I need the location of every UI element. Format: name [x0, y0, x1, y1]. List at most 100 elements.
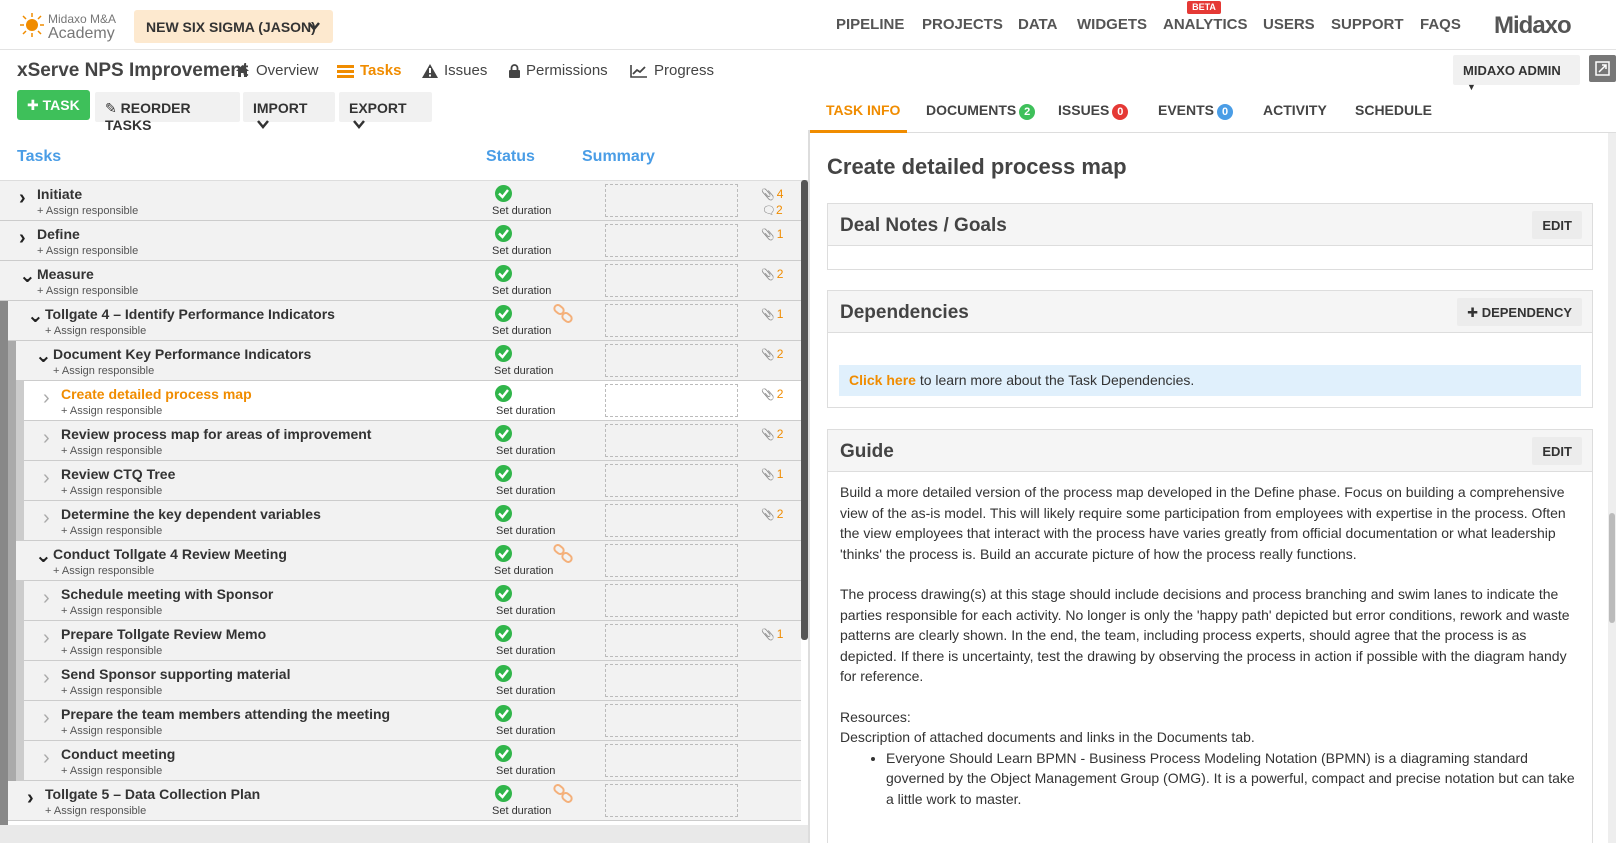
tasks-column-header[interactable]: Tasks	[17, 148, 61, 166]
summary-cell[interactable]	[605, 504, 738, 537]
set-duration-link[interactable]: Set duration	[494, 565, 553, 577]
status-check-icon[interactable]	[495, 265, 512, 282]
assign-responsible-link[interactable]: + Assign responsible	[53, 565, 154, 577]
task-row[interactable]: ⌄ Document Key Performance Indicators + As…	[16, 341, 801, 381]
status-check-icon[interactable]	[495, 425, 512, 442]
set-duration-link[interactable]: Set duration	[492, 805, 551, 817]
nav-widgets[interactable]: WIDGETS	[1077, 16, 1147, 33]
attachments-count[interactable]: 📎 2	[761, 267, 783, 281]
chevron-right-icon[interactable]: ›	[19, 227, 26, 250]
set-duration-link[interactable]: Set duration	[492, 205, 551, 217]
task-name[interactable]: Tollgate 5 – Data Collection Plan	[45, 786, 260, 802]
detail-tab-schedule[interactable]: SCHEDULE	[1355, 102, 1432, 118]
add-task-button[interactable]: ✚ TASK	[17, 90, 90, 120]
assign-responsible-link[interactable]: + Assign responsible	[61, 605, 162, 617]
task-name[interactable]: Conduct Tollgate 4 Review Meeting	[53, 546, 287, 562]
summary-cell[interactable]	[605, 184, 738, 217]
task-name[interactable]: Determine the key dependent variables	[61, 506, 321, 522]
task-name[interactable]: Measure	[37, 266, 94, 282]
chevron-down-icon[interactable]: ⌄	[19, 263, 36, 288]
comments-count[interactable]: 🗨2	[762, 203, 783, 217]
task-name[interactable]: Schedule meeting with Sponsor	[61, 586, 273, 602]
summary-cell[interactable]	[605, 224, 738, 257]
expand-view-button[interactable]	[1589, 55, 1616, 82]
attachments-count[interactable]: 📎 2	[761, 507, 783, 521]
nav-projects[interactable]: PROJECTS	[922, 16, 1003, 33]
task-row[interactable]: › Review CTQ Tree + Assign responsible Set …	[24, 461, 801, 501]
task-row[interactable]: › Determine the key dependent variables + …	[24, 501, 801, 541]
task-row[interactable]: › Prepare Tollgate Review Memo + Assign re…	[24, 621, 801, 661]
task-name[interactable]: Conduct meeting	[61, 746, 175, 762]
task-row[interactable]: ⌄ Tollgate 4 – Identify Performance Indic…	[8, 301, 801, 341]
set-duration-link[interactable]: Set duration	[496, 605, 555, 617]
guide-edit-button[interactable]: EDIT	[1532, 437, 1582, 465]
summary-cell[interactable]	[605, 544, 738, 577]
chevron-right-icon[interactable]: ›	[19, 187, 26, 210]
summary-cell[interactable]	[605, 624, 738, 657]
detail-tab-issues[interactable]: ISSUES 0	[1058, 102, 1129, 120]
assign-responsible-link[interactable]: + Assign responsible	[61, 685, 162, 697]
status-check-icon[interactable]	[495, 785, 512, 802]
task-row[interactable]: › Review process map for areas of improve…	[24, 421, 801, 461]
nav-users[interactable]: USERS	[1263, 16, 1315, 33]
nav-support[interactable]: SUPPORT	[1331, 16, 1404, 33]
status-check-icon[interactable]	[495, 345, 512, 362]
chevron-down-icon[interactable]: ⌄	[27, 303, 44, 328]
set-duration-link[interactable]: Set duration	[494, 365, 553, 377]
add-dependency-button[interactable]: ✚ DEPENDENCY	[1457, 298, 1582, 326]
status-check-icon[interactable]	[495, 465, 512, 482]
chevron-down-icon[interactable]: ⌄	[35, 543, 52, 568]
detail-scrollbar-thumb[interactable]	[1609, 513, 1615, 623]
detail-tab-task-info[interactable]: TASK INFO	[826, 102, 900, 118]
nav-data[interactable]: DATA	[1018, 16, 1057, 33]
task-name[interactable]: Define	[37, 226, 80, 242]
task-row[interactable]: › Schedule meeting with Sponsor + Assign r…	[24, 581, 801, 621]
summary-cell[interactable]	[605, 304, 738, 337]
user-menu[interactable]: MIDAXO ADMIN ▼	[1453, 55, 1580, 92]
project-switcher[interactable]: NEW SIX SIGMA (JASON)	[134, 10, 333, 43]
assign-responsible-link[interactable]: + Assign responsible	[61, 525, 162, 537]
assign-responsible-link[interactable]: + Assign responsible	[61, 725, 162, 737]
set-duration-link[interactable]: Set duration	[496, 445, 555, 457]
task-name[interactable]: Document Key Performance Indicators	[53, 346, 311, 362]
summary-cell[interactable]	[605, 664, 738, 697]
assign-responsible-link[interactable]: + Assign responsible	[37, 245, 138, 257]
status-check-icon[interactable]	[495, 385, 512, 402]
assign-responsible-link[interactable]: + Assign responsible	[37, 205, 138, 217]
chevron-right-icon[interactable]: ›	[27, 787, 34, 810]
assign-responsible-link[interactable]: + Assign responsible	[61, 405, 162, 417]
task-name[interactable]: Review process map for areas of improvem…	[61, 426, 371, 442]
task-row[interactable]: › Prepare the team members attending the …	[24, 701, 801, 741]
summary-cell[interactable]	[605, 344, 738, 377]
summary-cell[interactable]	[605, 784, 738, 817]
tab-progress[interactable]: Progress	[630, 62, 714, 79]
import-button[interactable]: IMPORT	[243, 92, 335, 129]
export-button[interactable]: EXPORT	[339, 92, 432, 129]
status-check-icon[interactable]	[495, 665, 512, 682]
detail-scrollbar[interactable]	[1608, 133, 1616, 843]
status-check-icon[interactable]	[495, 625, 512, 642]
status-check-icon[interactable]	[495, 745, 512, 762]
assign-responsible-link[interactable]: + Assign responsible	[53, 365, 154, 377]
status-check-icon[interactable]	[495, 225, 512, 242]
assign-responsible-link[interactable]: + Assign responsible	[61, 765, 162, 777]
summary-column-header[interactable]: Summary	[582, 148, 655, 166]
task-row[interactable]: › Tollgate 5 – Data Collection Plan + Assi…	[8, 781, 801, 821]
set-duration-link[interactable]: Set duration	[496, 645, 555, 657]
set-duration-link[interactable]: Set duration	[492, 245, 551, 257]
summary-cell[interactable]	[605, 264, 738, 297]
dependency-link-icon[interactable]	[552, 543, 574, 570]
tab-tasks[interactable]: Tasks	[337, 62, 401, 79]
attachments-count[interactable]: 📎 4	[761, 187, 783, 201]
task-name[interactable]: Review CTQ Tree	[61, 466, 175, 482]
dependencies-help-link[interactable]: Click here	[849, 372, 916, 388]
assign-responsible-link[interactable]: + Assign responsible	[45, 325, 146, 337]
set-duration-link[interactable]: Set duration	[496, 405, 555, 417]
task-row[interactable]: ⌄ Measure + Assign responsible Set duration…	[0, 261, 801, 301]
status-check-icon[interactable]	[495, 505, 512, 522]
task-name[interactable]: Tollgate 4 – Identify Performance Indica…	[45, 306, 335, 322]
status-check-icon[interactable]	[495, 585, 512, 602]
status-check-icon[interactable]	[495, 185, 512, 202]
summary-cell[interactable]	[605, 464, 738, 497]
assign-responsible-link[interactable]: + Assign responsible	[61, 645, 162, 657]
